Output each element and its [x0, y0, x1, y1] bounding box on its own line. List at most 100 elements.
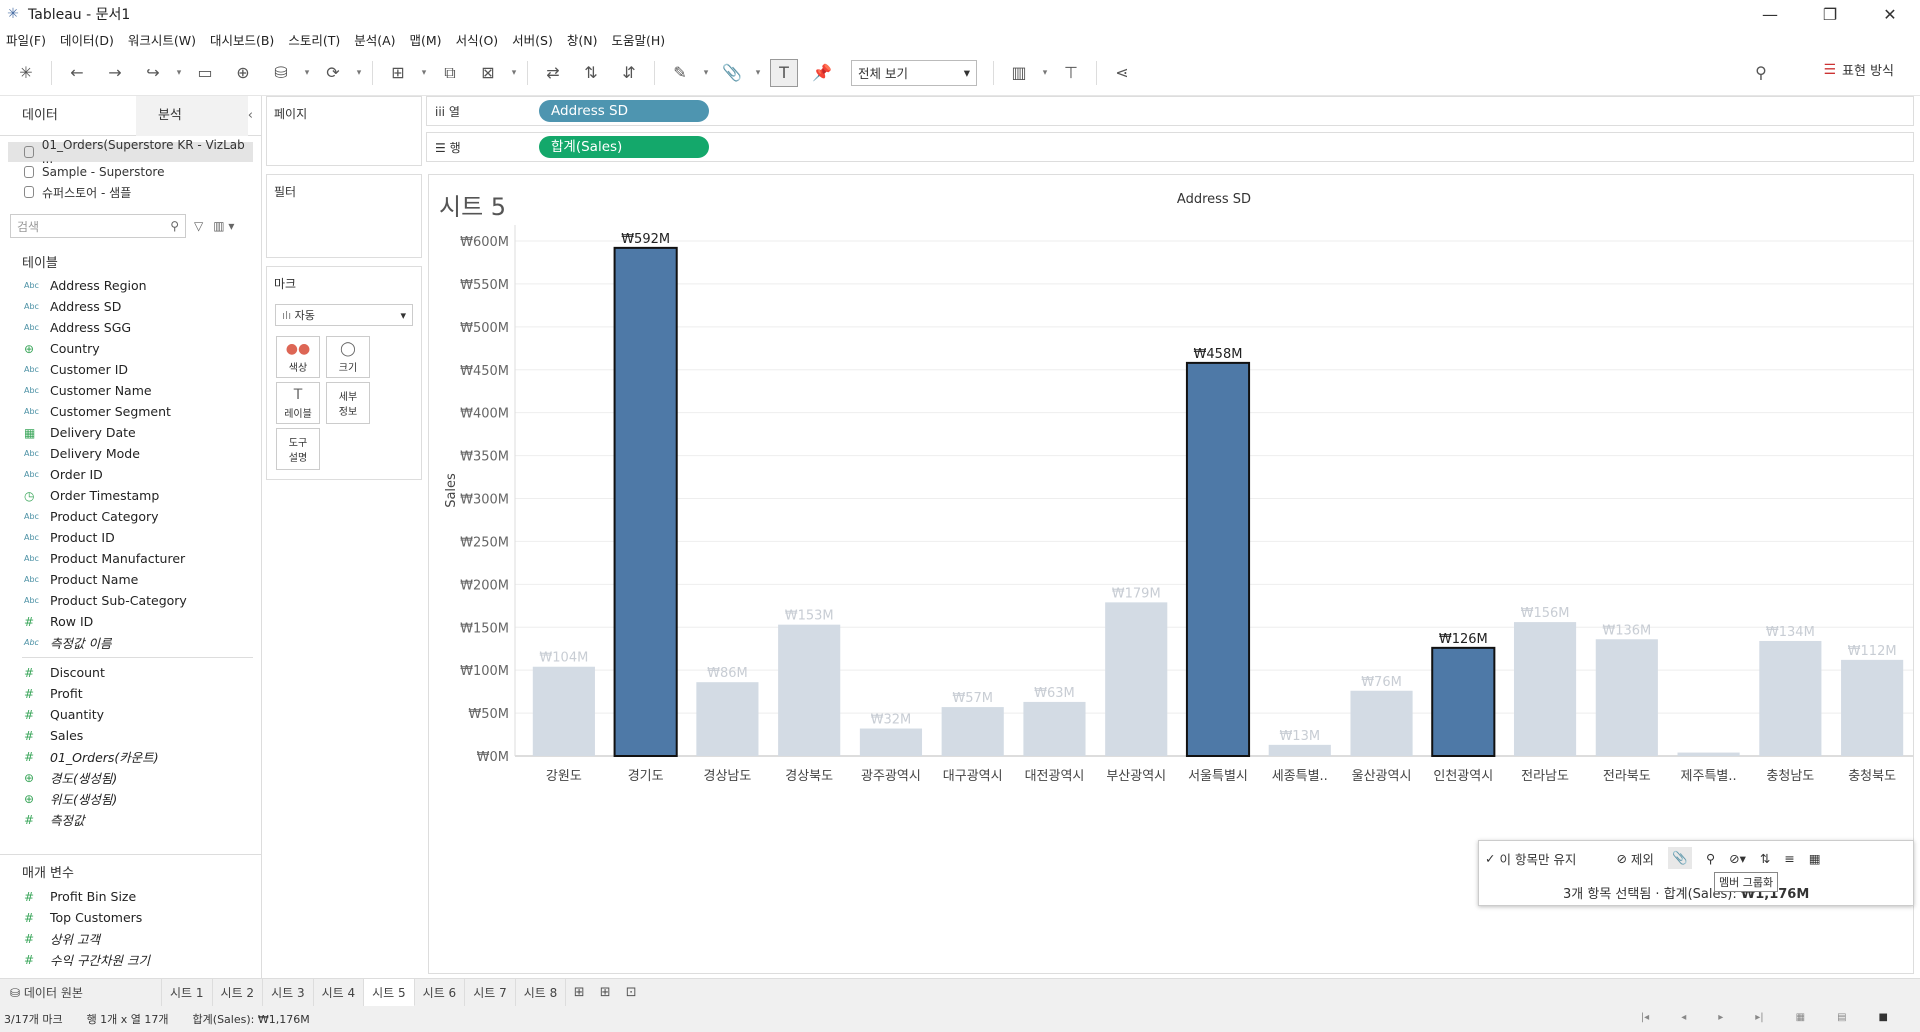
keep-only-button[interactable]: ✓ 이 항목만 유지 [1485, 849, 1576, 868]
field-item[interactable]: ⊕ Country [0, 338, 261, 359]
x-category-label[interactable]: 경상북도 [785, 769, 833, 784]
tab-sheet-1[interactable]: 시트 1 [162, 978, 213, 1007]
bar[interactable] [859, 728, 923, 756]
prev-page-icon[interactable]: ◂ [1681, 1012, 1686, 1023]
pause-updates-icon[interactable]: ⛁ [267, 59, 295, 87]
x-category-label[interactable]: 대구광역시 [943, 769, 1003, 784]
minimize-button[interactable]: — [1740, 0, 1800, 28]
sort-descending-icon[interactable]: ⇵ [615, 59, 643, 87]
sort-icon[interactable]: ⇅ [1760, 851, 1770, 866]
x-category-label[interactable]: 충청북도 [1848, 769, 1896, 784]
tableau-home-icon[interactable]: ✳ [12, 59, 40, 87]
bar[interactable] [613, 246, 678, 757]
new-datasource-icon[interactable]: ⊕ [229, 59, 257, 87]
field-item[interactable]: #01_Orders(카운트) [0, 746, 261, 767]
label-button[interactable]: T 레이블 [276, 382, 320, 424]
close-button[interactable]: ✕ [1860, 0, 1920, 28]
pin-icon[interactable]: ⚲ [1747, 59, 1775, 87]
x-category-label[interactable]: 전라북도 [1603, 769, 1651, 784]
chevron-down-icon[interactable]: ▾ [508, 59, 520, 87]
first-page-icon[interactable]: |◂ [1641, 1012, 1649, 1023]
field-item[interactable]: ▦ Delivery Date [0, 422, 261, 443]
x-category-label[interactable]: 경상남도 [703, 769, 751, 784]
restore-button[interactable]: ❐ [1800, 0, 1860, 28]
field-item[interactable]: ⊕ 위도(생성됨) [0, 788, 261, 809]
bar[interactable] [1513, 622, 1577, 756]
show-labels-icon[interactable]: T [770, 58, 798, 87]
chevron-down-icon[interactable]: ▾ [1039, 59, 1051, 87]
bar[interactable] [1105, 602, 1168, 756]
field-item[interactable]: # Sales [0, 725, 261, 746]
show-me-button[interactable]: ☰ 표현 방식 [1823, 60, 1894, 80]
sheet-sorter-icon[interactable]: ▦ [1796, 1012, 1805, 1023]
x-category-label[interactable]: 제주특별.. [1681, 769, 1737, 784]
new-worksheet-icon[interactable]: ⊞ [566, 985, 592, 1000]
field-item[interactable]: Abc Product Name [0, 569, 261, 590]
tab-sheet-5[interactable]: 시트 5 [364, 978, 415, 1007]
tab-sheet-4[interactable]: 시트 4 [314, 978, 365, 1007]
view-options-icon[interactable]: ▥ ▾ [213, 219, 234, 233]
bar[interactable] [1595, 639, 1658, 756]
refresh-icon[interactable]: ⟳ [319, 59, 347, 87]
tab-sheet-6[interactable]: 시트 6 [415, 978, 466, 1007]
field-item[interactable]: Abc Address SD [0, 296, 261, 317]
chevron-down-icon[interactable]: ▾ [752, 59, 764, 87]
pages-card[interactable]: 페이지 [266, 96, 422, 166]
undo-icon[interactable]: ← [63, 59, 91, 87]
fit-view-select[interactable]: 전체 보기 ▾ [851, 59, 977, 86]
field-item[interactable]: Abc Product Category [0, 506, 261, 527]
datasource-item[interactable]: 01_Orders(Superstore KR - VizLab ... [8, 138, 253, 166]
x-category-label[interactable]: 광주광역시 [861, 769, 921, 784]
menu-format[interactable]: 서식(O) [456, 30, 499, 49]
highlight-icon[interactable]: ✎ [666, 59, 694, 87]
field-item[interactable]: Abc Delivery Mode [0, 443, 261, 464]
datasource-item[interactable]: 슈퍼스토어 - 샘플 [0, 182, 261, 202]
columns-pill[interactable]: Address SD [539, 100, 709, 122]
new-worksheet-icon[interactable]: ⊞ [384, 59, 412, 87]
tab-sheet-8[interactable]: 시트 8 [516, 978, 567, 1007]
menu-file[interactable]: 파일(F) [6, 30, 46, 49]
x-category-label[interactable]: 경기도 [628, 769, 664, 784]
field-item[interactable]: Abc Customer Segment [0, 401, 261, 422]
menu-story[interactable]: 스토리(T) [288, 30, 340, 49]
create-set-icon[interactable]: ⚲ [1706, 851, 1715, 866]
field-item[interactable]: ⊕ 경도(생성됨) [0, 767, 261, 788]
sort-desc-icon[interactable]: ≡ [1784, 851, 1794, 866]
presentation-mode-icon[interactable]: ⊤ [1057, 59, 1085, 87]
bar[interactable] [941, 707, 1004, 756]
field-item[interactable]: Abc Address Region [0, 275, 261, 296]
bar[interactable] [1350, 690, 1413, 756]
tabs-icon[interactable]: ■ [1879, 1012, 1888, 1023]
bar[interactable] [532, 666, 595, 756]
bar[interactable] [696, 682, 759, 756]
tag-icon[interactable]: ⊘▾ [1729, 851, 1746, 866]
field-item[interactable]: # Quantity [0, 704, 261, 725]
field-item[interactable]: # 수익 구간차원 크기 [0, 949, 261, 970]
new-dashboard-icon[interactable]: ⊞ [592, 985, 618, 1000]
menu-dashboard[interactable]: 대시보드(B) [210, 30, 274, 49]
tab-sheet-7[interactable]: 시트 7 [465, 978, 516, 1007]
field-item[interactable]: # 측정값 [0, 809, 261, 830]
save-icon[interactable]: ▭ [191, 59, 219, 87]
x-category-label[interactable]: 전라남도 [1521, 769, 1569, 784]
menu-data[interactable]: 데이터(D) [60, 30, 114, 49]
filter-icon[interactable]: ▽ [194, 219, 203, 233]
fix-axes-icon[interactable]: 📌 [808, 59, 836, 87]
bar[interactable] [778, 624, 841, 756]
view-data-icon[interactable]: ▦ [1809, 851, 1821, 866]
field-item[interactable]: Abc Address SGG [0, 317, 261, 338]
mark-type-select[interactable]: ılı 자동 ▾ [275, 304, 413, 326]
color-button[interactable]: ●● 색상 [276, 336, 320, 378]
menu-help[interactable]: 도움말(H) [611, 30, 665, 49]
field-item[interactable]: Abc Product Sub-Category [0, 590, 261, 611]
rows-shelf[interactable]: ☰ 행 합계(Sales) [426, 132, 1914, 162]
x-category-label[interactable]: 서울특별시 [1188, 769, 1248, 784]
chevron-down-icon[interactable]: ▾ [353, 59, 365, 87]
sort-ascending-icon[interactable]: ⇅ [577, 59, 605, 87]
field-item[interactable]: Abc Product ID [0, 527, 261, 548]
chevron-down-icon[interactable]: ▾ [173, 59, 185, 87]
menu-map[interactable]: 맵(M) [410, 30, 442, 49]
redo-icon[interactable]: → [101, 59, 129, 87]
bar[interactable] [1268, 744, 1331, 756]
search-input[interactable]: 검색 ⚲ [10, 214, 186, 238]
